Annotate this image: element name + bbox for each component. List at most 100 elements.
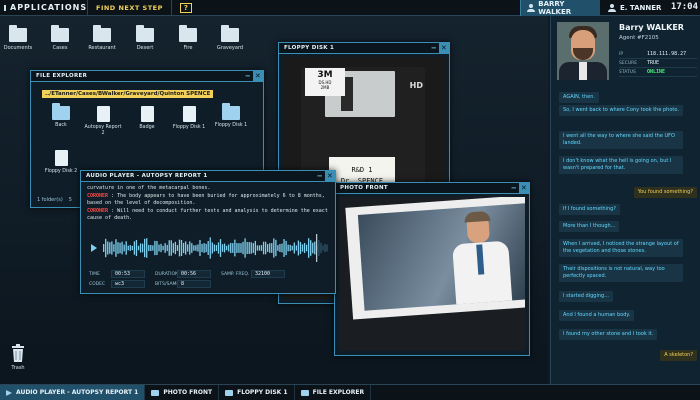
desktop-icon-documents[interactable]: Documents <box>0 25 36 51</box>
waveform-bar <box>281 243 283 253</box>
file-item-badge[interactable]: Badge <box>127 106 167 131</box>
freq-value: 32100 <box>251 270 285 278</box>
waveform-bar <box>291 245 293 251</box>
user-tab-barry-walker[interactable]: BARRY WALKER <box>520 0 600 16</box>
taskbar-item-audio-player[interactable]: AUDIO PLAYER - AUTOPSY REPORT 1 <box>0 384 146 400</box>
chat-message-outgoing: You found something? <box>633 187 697 198</box>
window-titlebar[interactable]: FILE EXPLORER − ✕ <box>31 71 263 82</box>
audio-info-row: TIME 00:53 DURATION 00:56 SAMP. FREQ. 32… <box>89 269 329 279</box>
desktop-icon-fire[interactable]: Fire <box>170 25 206 51</box>
taskbar-item-file-explorer[interactable]: FILE EXPLORER <box>295 384 372 400</box>
desktop-icon-label: Documents <box>3 45 33 51</box>
waveform-bar <box>176 244 179 252</box>
waveform-bar <box>324 243 326 253</box>
play-icon[interactable] <box>91 244 97 252</box>
minimize-button[interactable]: − <box>315 171 325 181</box>
desktop-icon-restaurant[interactable]: Restaurant <box>84 25 120 51</box>
waveform-bar <box>189 241 191 255</box>
folder-icon <box>9 25 27 42</box>
taskbar-item-photo-front[interactable]: PHOTO FRONT <box>145 384 220 400</box>
file-item-floppy-disk-1[interactable]: Floppy Disk 1 <box>169 106 209 131</box>
waveform-bar <box>148 244 150 252</box>
waveform-bar <box>297 240 300 256</box>
chat-message-incoming: I don't know what the hell is going on, … <box>559 156 683 174</box>
desktop-icon-cases[interactable]: Cases <box>42 25 78 51</box>
waveform-bar <box>150 244 152 252</box>
minimize-button[interactable]: − <box>429 43 439 53</box>
waveform-bar <box>141 243 144 253</box>
image-icon <box>225 389 234 396</box>
waveform-bar <box>113 244 115 252</box>
help-button[interactable]: ? <box>179 2 192 13</box>
desktop-icon-desert[interactable]: Desert <box>127 25 163 51</box>
waveform-bar <box>111 241 113 255</box>
audio-waveform[interactable] <box>89 233 329 263</box>
chat-message-incoming: Their dispositions is not natural, way t… <box>559 264 683 282</box>
waveform-bar <box>115 239 117 257</box>
waveform-bar <box>170 240 172 256</box>
waveform-bar <box>123 244 125 252</box>
playhead[interactable] <box>316 234 318 262</box>
image-file-icon <box>54 150 68 166</box>
duration-key: DURATION <box>155 271 179 277</box>
waveform-bar <box>156 240 158 256</box>
waveform-bar <box>277 245 279 251</box>
duration-value: 00:56 <box>177 270 211 278</box>
minimize-button[interactable]: − <box>243 71 253 81</box>
waveform-bar <box>219 239 222 257</box>
find-next-step-button[interactable]: FIND NEXT STEP <box>88 0 172 16</box>
close-button[interactable]: ✕ <box>439 43 449 53</box>
desktop-icon-trash[interactable]: Trash <box>0 344 36 371</box>
chat-message-incoming: AGAIN, then. <box>559 92 599 103</box>
waveform-bar <box>254 240 256 256</box>
ip-key: IP <box>619 51 624 57</box>
file-item-autopsy-report-2[interactable]: Autopsy Report 2 <box>83 106 123 137</box>
agent-avatar <box>557 22 609 80</box>
window-title: PHOTO FRONT <box>340 185 388 191</box>
bits-key: BITS/SAMP. <box>155 281 180 287</box>
close-button[interactable]: ✕ <box>325 171 335 181</box>
audio-player-window[interactable]: AUDIO PLAYER - AUTOPSY REPORT 1 − ✕ curv… <box>80 170 336 294</box>
image-icon <box>151 389 160 396</box>
waveform-bar <box>199 239 201 257</box>
taskbar-item-floppy-disk[interactable]: FLOPPY DISK 1 <box>219 384 295 400</box>
waveform-bar <box>131 245 133 251</box>
waveform-bar <box>301 244 304 252</box>
applications-menu[interactable]: APPLICATIONS <box>0 0 88 16</box>
user-name: E. TANNER <box>620 4 662 12</box>
photo-front-window[interactable]: PHOTO FRONT − ✕ <box>334 182 530 356</box>
transcript-text: : The body appears to have been buried f… <box>87 192 325 207</box>
close-button[interactable]: ✕ <box>253 71 263 81</box>
window-titlebar[interactable]: PHOTO FRONT − ✕ <box>335 183 529 194</box>
waveform-bar <box>289 244 291 252</box>
desktop-icon-label: Graveyard <box>216 45 244 51</box>
desktop-icon-graveyard[interactable]: Graveyard <box>212 25 248 51</box>
waveform-bar <box>232 243 234 253</box>
waveform-bar <box>269 243 271 253</box>
window-titlebar[interactable]: FLOPPY DISK 1 − ✕ <box>279 43 449 54</box>
folder-icon <box>300 389 309 396</box>
waveform-bar <box>164 243 166 253</box>
transcript-line: CORONER : Will need to conduct further t… <box>87 208 329 223</box>
minimize-button[interactable]: − <box>509 183 519 193</box>
desktop-icon-label: Restaurant <box>88 45 116 51</box>
waveform-bar <box>160 243 162 253</box>
waveform-bar <box>205 243 207 253</box>
waveform-bar <box>107 241 109 255</box>
floppy-brand-sub-2: 2MB <box>320 85 330 90</box>
file-item-floppy-disk-1-folder[interactable]: Floppy Disk 1 <box>211 103 251 129</box>
file-item-back[interactable]: Back <box>41 103 81 129</box>
close-button[interactable]: ✕ <box>519 183 529 193</box>
waveform-bar <box>209 237 211 259</box>
waveform-bar <box>246 241 248 255</box>
chat-message-incoming: If I found something? <box>559 204 620 215</box>
path-breadcrumb[interactable]: ../ETanner/Cases/BWalker/Graveyard/Quint… <box>42 90 214 98</box>
waveform-bar <box>152 245 154 251</box>
file-item-floppy-disk-2[interactable]: Floppy Disk 2 <box>41 150 81 175</box>
window-titlebar[interactable]: AUDIO PLAYER - AUTOPSY REPORT 1 − ✕ <box>81 171 335 182</box>
user-tab-e-tanner[interactable]: E. TANNER <box>602 0 668 16</box>
chat-message-incoming: When I arrived, I noticed the strange la… <box>559 239 683 257</box>
waveform-bar <box>295 245 297 251</box>
waveform-bar <box>326 244 328 252</box>
floppy-hd-mark: HD <box>409 81 423 90</box>
